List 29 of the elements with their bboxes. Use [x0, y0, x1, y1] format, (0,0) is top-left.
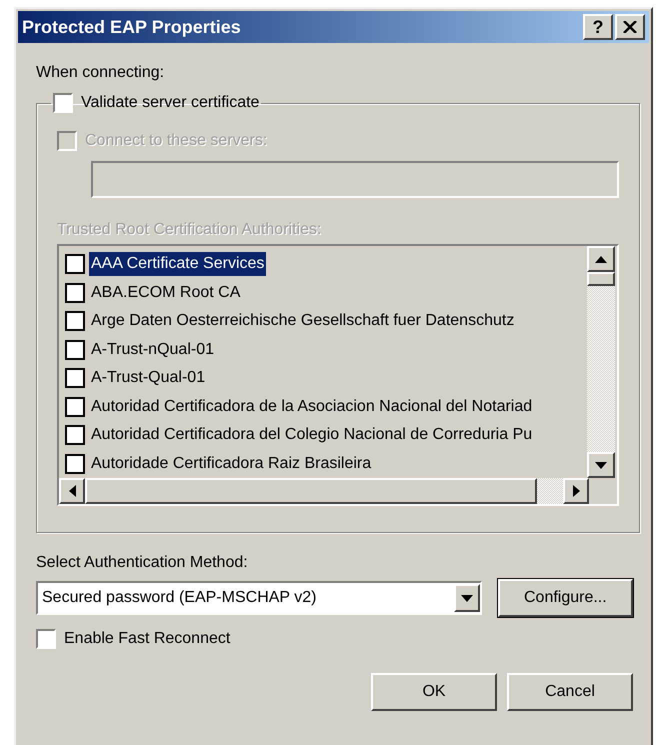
window-title: Protected EAP Properties — [22, 16, 241, 39]
method-dropdown[interactable]: Secured password (EAP-MSCHAP v2) — [36, 581, 482, 615]
scroll-down-button[interactable] — [587, 452, 615, 478]
dialog-button[interactable]: OK — [371, 673, 497, 711]
dialog-button[interactable]: Cancel — [507, 673, 633, 711]
section-label: When connecting: — [36, 63, 166, 83]
down-arrow-icon — [460, 594, 473, 602]
scroll-right-button[interactable] — [563, 478, 589, 504]
left-arrow-icon — [68, 485, 76, 497]
checkbox-label: Enable Fast Reconnect — [64, 629, 230, 649]
up-arrow-icon — [595, 256, 607, 262]
scroll-left-button[interactable] — [59, 478, 85, 504]
scroll-thumb[interactable] — [85, 478, 537, 504]
field-label: Select Authentication Method: — [36, 553, 249, 573]
down-arrow-icon — [595, 462, 607, 468]
scroll-thumb[interactable] — [587, 272, 615, 286]
help-button[interactable]: ? — [583, 14, 613, 40]
close-button[interactable] — [615, 14, 645, 40]
checkbox[interactable] — [36, 629, 56, 649]
scroll-up-button[interactable] — [587, 246, 615, 272]
close-icon — [623, 21, 637, 33]
checkbox[interactable] — [53, 93, 73, 113]
dropdown-button[interactable] — [454, 584, 480, 612]
right-arrow-icon — [572, 485, 580, 497]
configure-button[interactable]: Configure... — [498, 579, 633, 617]
checkbox-label: Validate server certificate — [81, 93, 260, 113]
vertical-scrollbar[interactable] — [587, 246, 615, 478]
servers-field[interactable] — [91, 161, 619, 198]
dropdown-value: Secured password (EAP-MSCHAP v2) — [41, 588, 318, 608]
